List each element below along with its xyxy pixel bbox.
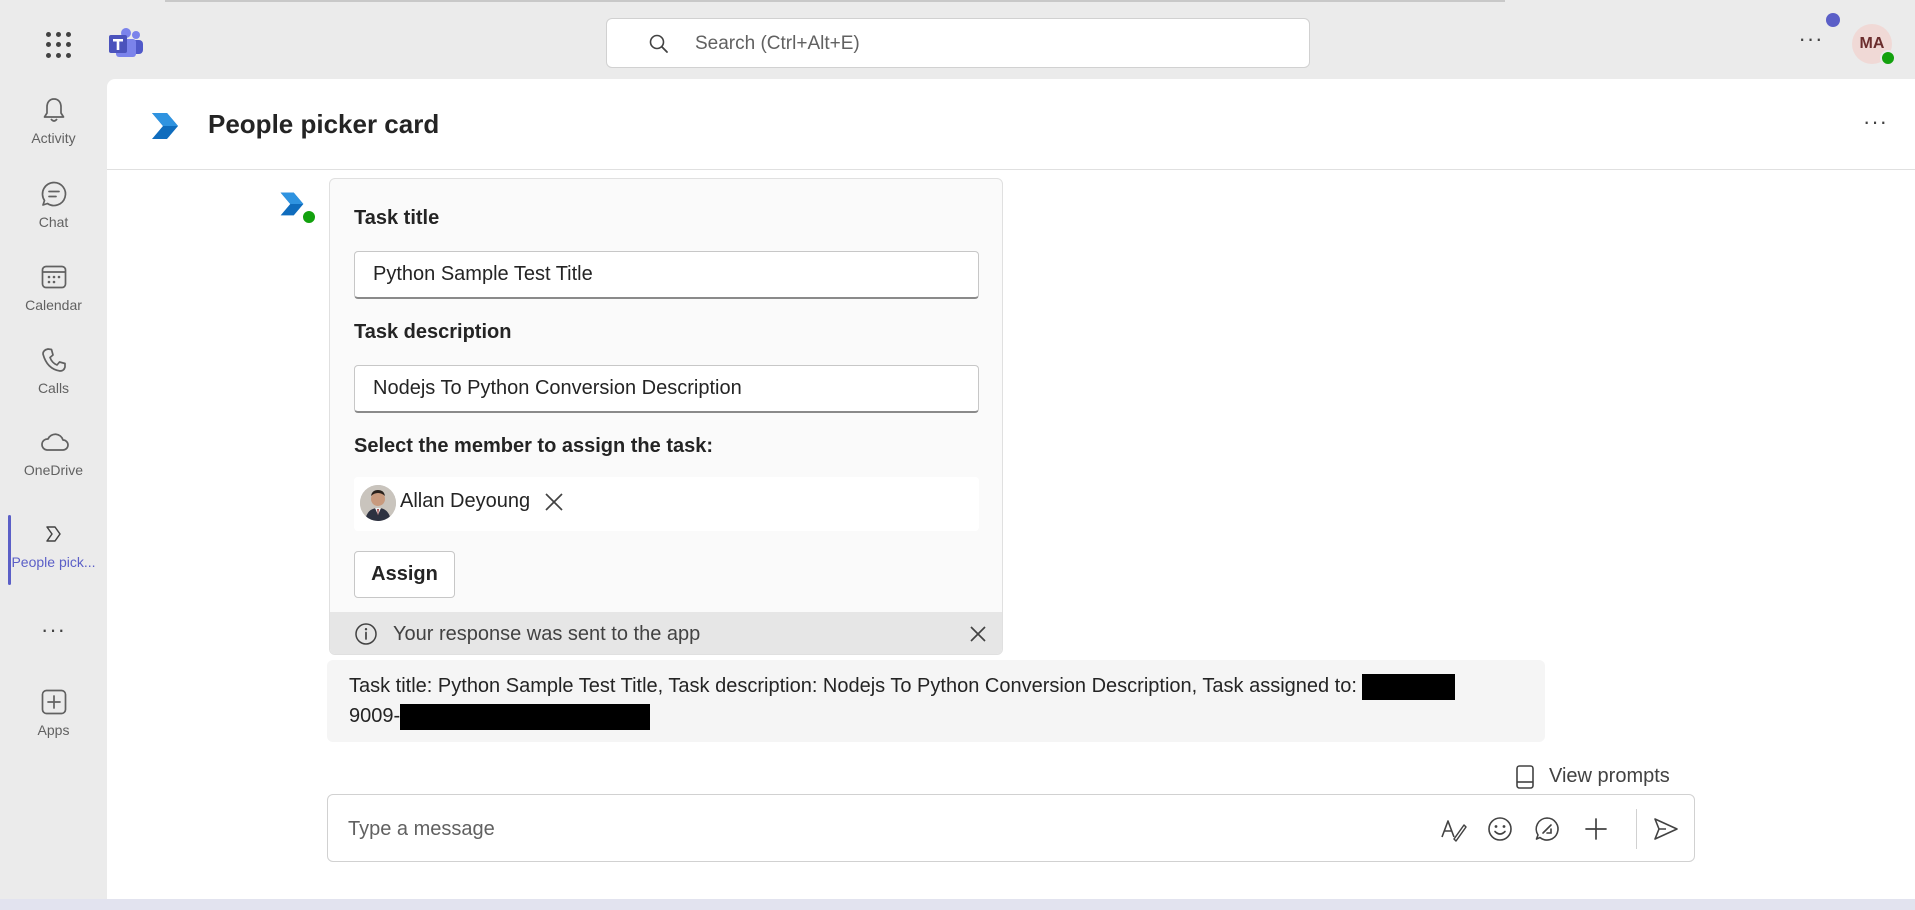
search-icon [649,34,668,53]
sticker-icon[interactable] [1533,815,1561,843]
presence-available-icon [301,209,317,225]
rail-item-label: Apps [37,722,70,738]
rail-item-label: OneDrive [23,462,84,478]
rail-item-people-picker[interactable]: People pick... [0,511,107,585]
more-options-icon[interactable]: ··· [1796,28,1826,58]
task-title-label: Task title [354,207,440,229]
window-bottom-edge [0,899,1915,910]
plus-icon[interactable] [1582,815,1610,843]
compose-divider [1636,809,1637,849]
chat-panel: People picker card ··· Task title Python… [107,79,1915,899]
info-icon [355,623,377,645]
prompts-book-icon [1516,765,1534,789]
rail-item-label: Calls [37,380,70,396]
user-initials: MA [1859,35,1885,52]
search-input[interactable] [695,29,1275,59]
format-icon[interactable] [1439,815,1467,843]
rail-item-label: Chat [38,214,69,230]
rail-item-label: Activity [31,130,76,146]
chat-icon [41,181,66,207]
task-description-label: Task description [354,321,512,343]
member-avatar [360,485,396,521]
response-status-text: Your response was sent to the app [393,623,701,645]
people-picker[interactable]: Allan Deyoung [354,477,979,531]
redacted-block [400,703,651,730]
bot-avatar[interactable] [278,189,318,229]
app-rail: Activity Chat Calendar Calls OneDrive Pe… [0,79,107,910]
add-app-icon [41,689,66,715]
app-logo-icon [152,113,178,139]
header-more-icon[interactable]: ··· [1863,109,1888,135]
rail-item-onedrive[interactable]: OneDrive [0,427,107,501]
search-box[interactable] [606,18,1310,68]
assign-button[interactable]: Assign [354,551,455,598]
remove-member-icon[interactable] [542,490,566,514]
calendar-icon [41,265,66,289]
redacted-block [1362,673,1456,700]
presence-available-icon [1880,50,1896,66]
rail-item-calls[interactable]: Calls [0,345,107,419]
task-title-field[interactable]: Python Sample Test Title [354,251,979,299]
rail-item-chat[interactable]: Chat [0,179,107,253]
app-launcher-icon[interactable] [38,26,76,64]
task-description-field[interactable]: Nodejs To Python Conversion Description [354,365,979,413]
rail-item-activity[interactable]: Activity [0,95,107,169]
notification-badge [1826,13,1840,27]
message-input[interactable] [348,813,1398,845]
rail-item-apps[interactable]: Apps [0,687,107,761]
rail-item-label: Calendar [25,297,82,313]
user-avatar[interactable]: MA [1852,24,1896,66]
reply-text-continued: 9009- [349,705,401,727]
app-icon [45,526,61,542]
close-icon[interactable] [968,624,988,644]
rail-item-label: People pick... [11,554,96,570]
emoji-icon[interactable] [1486,815,1514,843]
rail-item-calendar[interactable]: Calendar [0,262,107,336]
window-edge [165,0,1505,2]
response-status-bar: Your response was sent to the app [330,612,1002,654]
top-bar: ··· MA [0,0,1915,79]
adaptive-card: Task title Python Sample Test Title Task… [329,178,1003,655]
bot-reply-message: Task title: Python Sample Test Title, Ta… [327,660,1545,742]
teams-logo-icon [109,28,143,57]
view-prompts-label: View prompts [1549,765,1670,787]
reply-text: Task title: Python Sample Test Title, Ta… [349,675,1357,697]
more-apps-icon[interactable]: ··· [0,617,107,643]
message-compose-box [327,794,1695,862]
page-title: People picker card [208,109,440,139]
cloud-icon [40,433,69,451]
phone-icon [41,348,66,372]
chat-header: People picker card ··· [107,79,1915,170]
selected-member-name: Allan Deyoung [400,490,531,512]
bell-icon [43,98,64,122]
send-icon[interactable] [1652,815,1680,843]
member-select-label: Select the member to assign the task: [354,435,714,457]
